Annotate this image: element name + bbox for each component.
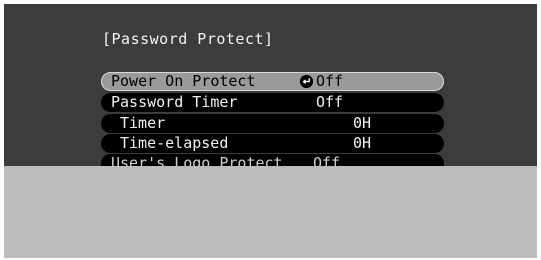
menu-item-timer[interactable]: Timer 0H: [101, 114, 444, 133]
menu-item-value: Off: [316, 93, 344, 111]
menu-item-label: Power On Protect: [111, 72, 256, 90]
menu-item-password-timer[interactable]: Password Timer Off: [101, 93, 444, 112]
menu-title: [Password Protect]: [102, 30, 274, 48]
menu-item-power-on-protect[interactable]: Power On Protect Off: [101, 72, 444, 91]
menu-item-label: Time-elapsed: [120, 134, 229, 152]
menu-item-label: Password Timer: [111, 93, 238, 111]
menu-item-value: 0H: [353, 134, 372, 152]
menu-item-value: 0H: [353, 114, 372, 132]
menu-item-label: Timer: [120, 114, 166, 132]
menu-item-value: Off: [316, 72, 344, 90]
enter-icon: [300, 75, 313, 88]
projector-menu-screen: [Password Protect] Power On Protect Off …: [4, 4, 537, 258]
menu-item-time-elapsed[interactable]: Time-elapsed 0H: [101, 134, 444, 153]
obscuring-panel: [4, 166, 537, 258]
